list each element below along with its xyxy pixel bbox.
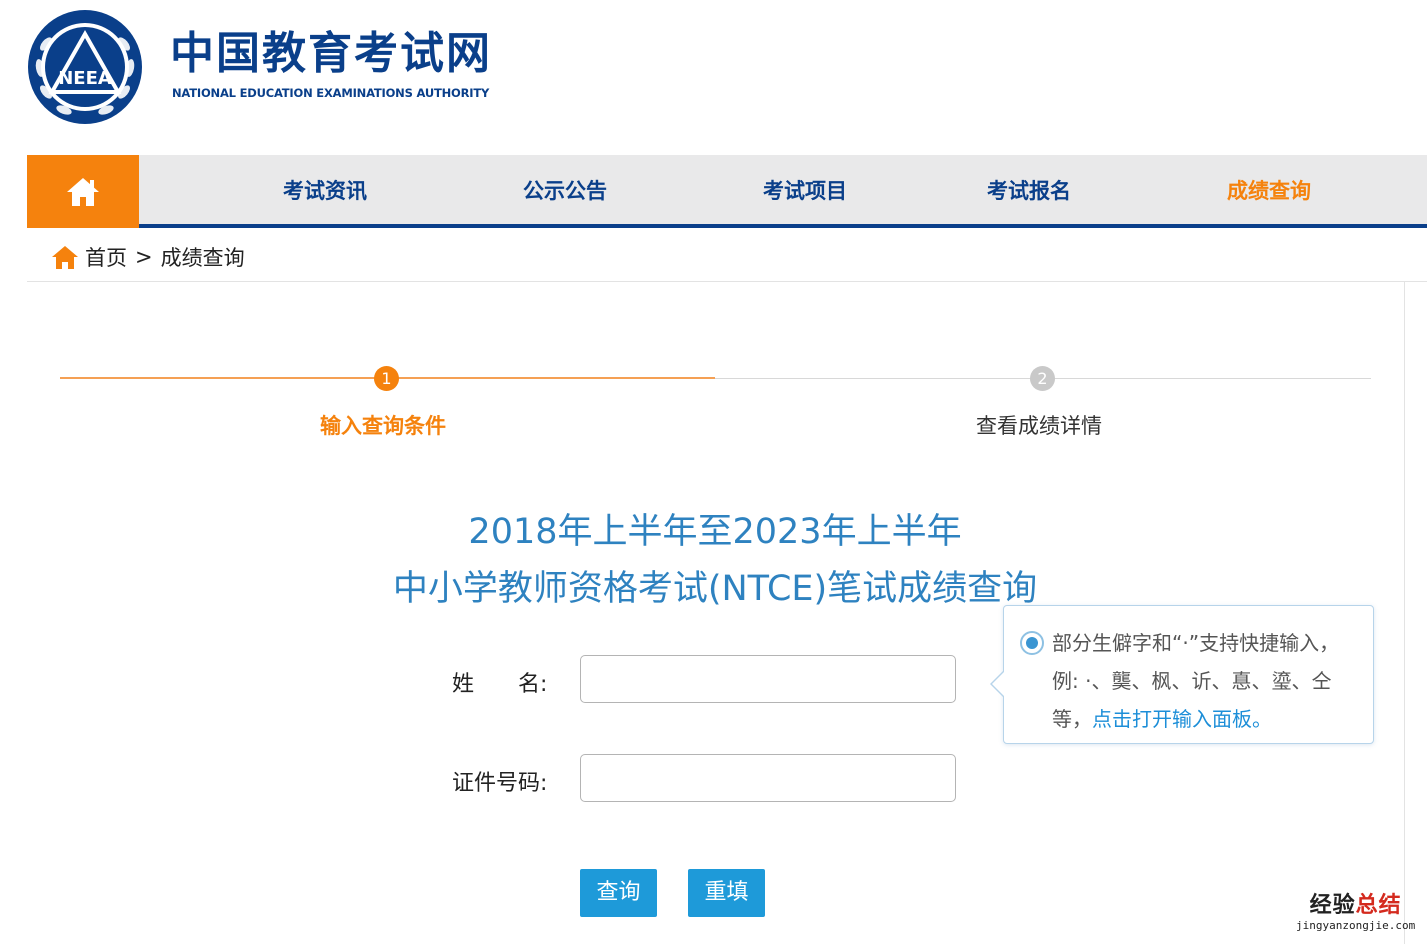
- main-navigation: 考试资讯 公示公告 考试项目 考试报名 成绩查询: [27, 155, 1427, 228]
- watermark-text-1: 经验: [1309, 893, 1356, 918]
- step-1-marker: 1: [374, 366, 399, 391]
- breadcrumb-home-link[interactable]: 首页: [85, 242, 127, 272]
- breadcrumb-current: 成绩查询: [160, 245, 245, 270]
- step-2-label: 查看成绩详情: [976, 414, 1102, 438]
- query-button[interactable]: 查询: [580, 869, 657, 917]
- neea-emblem-logo[interactable]: NEEA: [26, 8, 144, 126]
- id-number-input[interactable]: [580, 754, 956, 802]
- tip-text: 部分生僻字和“·”支持快捷输入，例: ·、龑、枫、䜣、惪、瑬、仝等，点击打开输入…: [1052, 624, 1352, 738]
- breadcrumb: 首页 > 成绩查询: [27, 232, 1427, 282]
- name-label: 姓 名:: [452, 672, 548, 697]
- content-divider: [1404, 282, 1405, 944]
- nav-item-exam-programs[interactable]: 考试项目: [763, 155, 847, 228]
- site-logo-subtitle: NATIONAL EDUCATION EXAMINATIONS AUTHORIT…: [172, 86, 490, 100]
- reset-button[interactable]: 重填: [688, 869, 765, 917]
- page-title-line-1: 2018年上半年至2023年上半年: [468, 512, 962, 552]
- svg-text:NEEA: NEEA: [58, 68, 112, 89]
- watermark-text-2: 总结: [1355, 893, 1402, 918]
- page-title-line-2: 中小学教师资格考试(NTCE)笔试成绩查询: [392, 569, 1038, 609]
- name-input[interactable]: [580, 655, 956, 703]
- step-2-marker: 2: [1030, 366, 1055, 391]
- nav-item-exam-news[interactable]: 考试资讯: [283, 155, 367, 228]
- site-header: NEEA 中国教育考试网 NATIONAL EDUCATION EXAMINAT…: [0, 0, 1427, 150]
- nav-item-announcements[interactable]: 公示公告: [523, 155, 607, 228]
- home-icon: [67, 177, 99, 206]
- nav-item-exam-registration[interactable]: 考试报名: [987, 155, 1071, 228]
- watermark: 经验总结 jingyanzongjie.com: [1296, 893, 1415, 933]
- nav-home-button[interactable]: [27, 155, 139, 228]
- id-number-label: 证件号码:: [452, 771, 548, 796]
- rare-character-tip: 部分生僻字和“·”支持快捷输入，例: ·、龑、枫、䜣、惪、瑬、仝等，点击打开输入…: [990, 605, 1374, 744]
- watermark-url: jingyanzongjie.com: [1296, 919, 1416, 932]
- step-1-label: 输入查询条件: [320, 414, 446, 438]
- tip-bullet-icon: [1020, 631, 1044, 655]
- breadcrumb-home-icon: [52, 245, 78, 269]
- nav-item-score-query[interactable]: 成绩查询: [1227, 155, 1311, 228]
- breadcrumb-separator: >: [135, 244, 153, 269]
- site-logo-text[interactable]: 中国教育考试网: [170, 26, 492, 82]
- open-input-panel-link[interactable]: 点击打开输入面板。: [1092, 707, 1272, 731]
